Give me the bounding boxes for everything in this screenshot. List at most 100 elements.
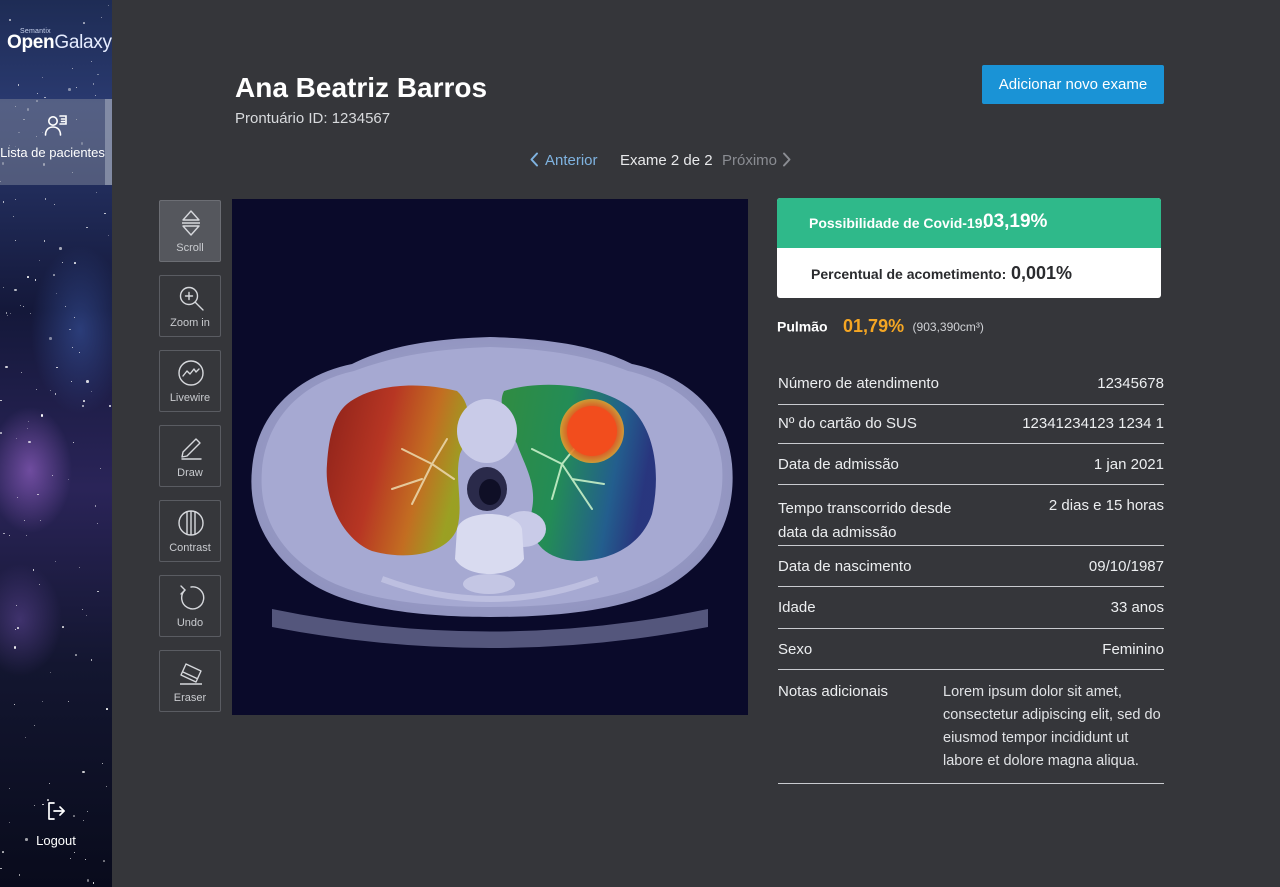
tool-label: Undo	[176, 617, 204, 629]
star	[64, 306, 66, 308]
tool-draw[interactable]: Draw	[159, 425, 221, 487]
star	[54, 203, 56, 205]
star	[103, 860, 105, 862]
star	[73, 316, 75, 318]
info-value: 33 anos	[1110, 599, 1164, 616]
star	[5, 312, 8, 314]
star	[20, 371, 22, 373]
star	[82, 770, 85, 774]
notes-value: Lorem ipsum dolor sit amet, consectetur …	[943, 684, 1161, 769]
star	[12, 216, 14, 218]
logout-label: Logout	[36, 833, 76, 848]
tool-label: Eraser	[173, 692, 207, 704]
star	[19, 305, 21, 307]
star	[97, 590, 99, 593]
star	[96, 192, 98, 194]
star	[86, 380, 89, 383]
star	[79, 351, 81, 353]
tool-scroll[interactable]: Scroll	[159, 200, 221, 262]
star	[14, 239, 16, 241]
lung-label: Pulmão	[777, 318, 828, 335]
patient-info-table: Número de atendimento 12345678 Nº do car…	[778, 364, 1164, 784]
star	[56, 293, 58, 295]
star	[90, 659, 93, 661]
star	[74, 262, 76, 264]
star	[84, 858, 86, 860]
star	[2, 201, 5, 203]
star	[85, 614, 88, 617]
patients-icon	[44, 115, 67, 136]
info-key: Data de nascimento	[778, 558, 912, 575]
ct-image-viewer[interactable]	[232, 199, 748, 715]
chevron-right-icon	[783, 152, 791, 167]
tool-undo[interactable]: Undo	[159, 575, 221, 637]
star	[81, 404, 85, 408]
lung-summary: Pulmão 01,79% (903,390cm³)	[777, 316, 984, 338]
star	[32, 569, 35, 571]
star	[9, 787, 11, 789]
star	[94, 505, 97, 507]
star	[7, 315, 9, 317]
table-row: Data de nascimento 09/10/1987	[778, 546, 1164, 587]
star	[72, 67, 74, 69]
star	[76, 86, 78, 88]
star	[27, 420, 30, 423]
star	[75, 653, 78, 656]
star	[108, 234, 110, 236]
previous-exam-link[interactable]: Anterior	[530, 152, 598, 169]
brand-name-light: Galaxy	[54, 32, 112, 53]
star	[92, 882, 95, 884]
undo-icon	[180, 585, 205, 610]
scroll-icon	[182, 210, 200, 236]
star	[0, 399, 2, 402]
star	[8, 18, 12, 22]
lung-percent: 01,79%	[843, 316, 905, 336]
zoom-in-icon	[179, 286, 204, 311]
star	[3, 532, 5, 535]
next-exam-link[interactable]: Próximo	[722, 152, 791, 169]
covid-probability-label: Possibilidade de Covid-19:	[809, 215, 988, 231]
tool-eraser[interactable]: Eraser	[159, 650, 221, 712]
star	[36, 493, 39, 496]
info-value: 12341234123 1234 1	[1022, 415, 1164, 432]
star	[37, 92, 39, 94]
eraser-icon	[180, 663, 202, 685]
exam-navigation: Anterior Exame 2 de 2 Próximo	[0, 152, 1280, 174]
star	[17, 497, 19, 499]
add-exam-button[interactable]: Adicionar novo exame	[982, 65, 1164, 104]
star	[13, 703, 15, 705]
info-key: Data de admissão	[778, 456, 899, 473]
table-row: Número de atendimento 12345678	[778, 364, 1164, 405]
star	[54, 393, 57, 395]
star	[25, 736, 27, 738]
star	[42, 77, 44, 79]
tool-livewire[interactable]: Livewire	[159, 350, 221, 412]
star	[95, 95, 97, 96]
star	[13, 646, 17, 649]
star	[30, 312, 32, 314]
sidebar: Semantix OpenGalaxy Lista de pacientes L…	[0, 0, 112, 887]
patient-name: Ana Beatriz Barros	[235, 72, 488, 103]
contrast-icon	[178, 510, 204, 536]
star	[82, 609, 84, 611]
table-row-notes: Notas adicionais Lorem ipsum dolor sit a…	[778, 670, 1164, 784]
tool-label: Scroll	[176, 242, 204, 254]
notes-key: Notas adicionais	[778, 683, 889, 700]
tool-label: Draw	[177, 467, 203, 479]
record-id: Prontuário ID: 1234567	[235, 110, 391, 127]
tool-label: Livewire	[169, 392, 211, 404]
tool-contrast[interactable]: Contrast	[159, 500, 221, 562]
star	[67, 479, 69, 481]
table-row: Idade 33 anos	[778, 587, 1164, 629]
star	[73, 852, 75, 854]
covid-probability-row: Possibilidade de Covid-19: 03,19%	[777, 198, 1161, 248]
star	[100, 17, 102, 19]
pencil-icon	[181, 438, 202, 460]
star	[108, 404, 112, 408]
star	[70, 858, 72, 860]
logout-button[interactable]: Logout	[0, 800, 112, 852]
star	[62, 626, 64, 628]
tool-zoom-in[interactable]: Zoom in	[159, 275, 221, 337]
star	[25, 534, 27, 536]
star	[85, 226, 88, 229]
